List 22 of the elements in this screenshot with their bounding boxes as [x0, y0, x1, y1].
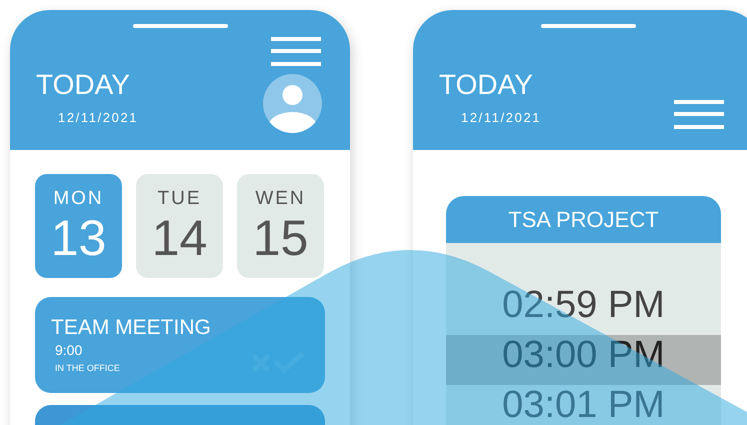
header-date: 12/11/2021 — [58, 110, 138, 125]
header-title: TODAY — [439, 70, 534, 100]
time-slot[interactable]: 03:01 PM — [446, 385, 721, 425]
weekday-label: WEN — [255, 188, 306, 210]
event-time: 9:00 — [55, 341, 84, 359]
weekday-label: MON — [53, 188, 104, 210]
project-title: TSA PROJECT — [446, 196, 721, 243]
event-card[interactable]: TEAM MEETING 9:00 IN THE OFFICE — [35, 297, 325, 393]
day-tab[interactable]: MON 13 — [35, 174, 122, 278]
menu-icon[interactable] — [674, 100, 724, 129]
event-location: IN THE OFFICE — [55, 363, 121, 373]
weekday-label: TUE — [158, 188, 202, 210]
header-title: TODAY — [36, 70, 131, 100]
day-number: 15 — [252, 210, 308, 266]
day-tab[interactable]: WEN 15 — [237, 174, 324, 278]
event-title: TEAM MEETING — [51, 315, 212, 341]
day-number: 13 — [50, 210, 106, 266]
header-date: 12/11/2021 — [461, 110, 542, 125]
avatar-icon[interactable] — [263, 74, 322, 133]
menu-icon[interactable] — [271, 37, 321, 66]
day-tab[interactable]: TUE 14 — [136, 174, 223, 278]
day-number: 14 — [152, 210, 208, 266]
